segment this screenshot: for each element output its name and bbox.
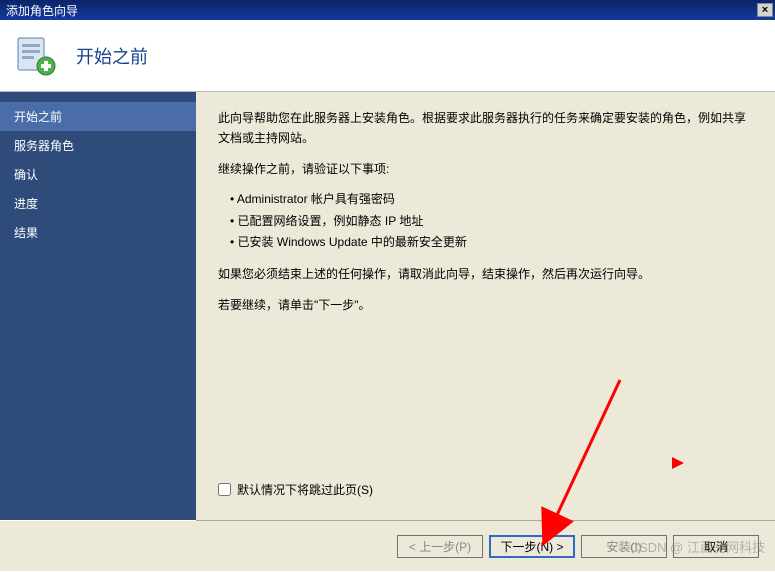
checklist: Administrator 帐户具有强密码 已配置网络设置，例如静态 IP 地址…	[230, 189, 755, 252]
checklist-item: 已配置网络设置，例如静态 IP 地址	[230, 211, 755, 231]
intro-text: 此向导帮助您在此服务器上安装角色。根据要求此服务器执行的任务来确定要安装的角色，…	[218, 108, 755, 149]
wizard-body: 开始之前 服务器角色 确认 进度 结果 此向导帮助您在此服务器上安装角色。根据要…	[0, 92, 775, 520]
sidebar-item-server-roles[interactable]: 服务器角色	[0, 131, 196, 160]
wizard-header: 开始之前	[0, 20, 775, 92]
verify-heading: 继续操作之前，请验证以下事项:	[218, 159, 755, 179]
skip-checkbox-label: 默认情况下将跳过此页(S)	[237, 480, 373, 500]
checklist-item: Administrator 帐户具有强密码	[230, 189, 755, 209]
wizard-footer: < 上一步(P) 下一步(N) > 安装(I) 取消	[0, 521, 775, 571]
cancel-button[interactable]: 取消	[673, 535, 759, 558]
checklist-item: 已安装 Windows Update 中的最新安全更新	[230, 232, 755, 252]
sidebar: 开始之前 服务器角色 确认 进度 结果	[0, 92, 196, 520]
close-button[interactable]: ×	[757, 3, 773, 17]
sidebar-item-before-you-begin[interactable]: 开始之前	[0, 102, 196, 131]
install-button: 安装(I)	[581, 535, 667, 558]
close-icon: ×	[762, 4, 768, 16]
skip-row: 默认情况下将跳过此页(S)	[218, 480, 373, 500]
sidebar-item-progress[interactable]: 进度	[0, 189, 196, 218]
title-bar: 添加角色向导 ×	[0, 0, 775, 20]
skip-checkbox[interactable]	[218, 483, 231, 496]
sidebar-item-confirm[interactable]: 确认	[0, 160, 196, 189]
prev-button: < 上一步(P)	[397, 535, 483, 558]
window-title: 添加角色向导	[6, 2, 78, 19]
cancel-note: 如果您必须结束上述的任何操作，请取消此向导，结束操作，然后再次运行向导。	[218, 264, 755, 284]
sidebar-item-results[interactable]: 结果	[0, 218, 196, 247]
wizard-icon	[14, 34, 58, 78]
continue-note: 若要继续，请单击"下一步"。	[218, 295, 755, 315]
next-button[interactable]: 下一步(N) >	[489, 535, 575, 558]
page-title: 开始之前	[76, 43, 148, 69]
content-area: 此向导帮助您在此服务器上安装角色。根据要求此服务器执行的任务来确定要安装的角色，…	[196, 92, 775, 520]
